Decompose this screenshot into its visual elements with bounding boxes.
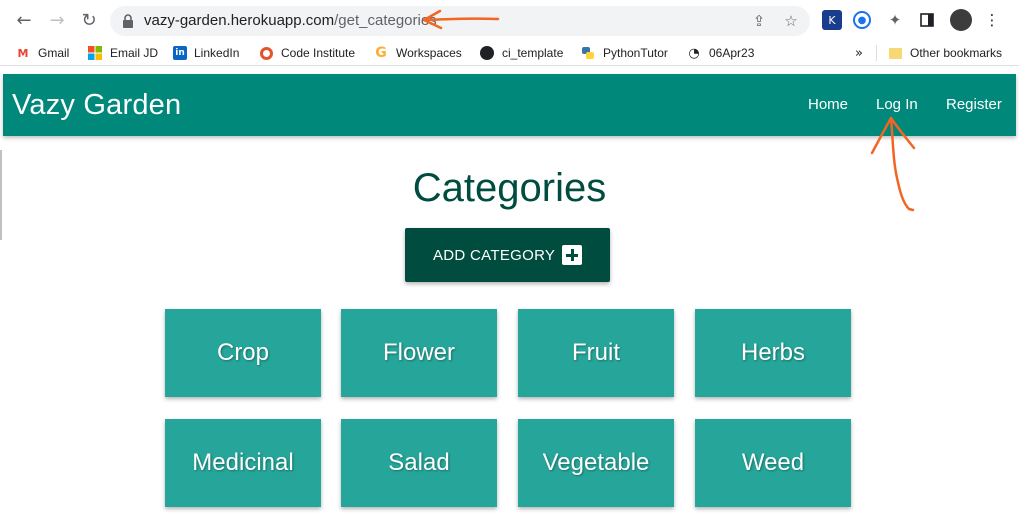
bookmark-star-icon[interactable]: ☆: [782, 12, 800, 30]
bookmark-linkedin[interactable]: in LinkedIn: [173, 44, 239, 62]
lock-icon: [123, 14, 133, 28]
bookmarks-divider: [876, 45, 877, 61]
url-domain: vazy-garden.herokuapp.com: [144, 12, 335, 29]
bookmark-label: Gmail: [38, 46, 70, 60]
add-category-label: ADD CATEGORY: [433, 247, 556, 264]
forward-arrow-icon[interactable]: →: [45, 8, 69, 32]
add-category-button[interactable]: ADD CATEGORY: [405, 228, 610, 282]
nav-login-link[interactable]: Log In: [876, 96, 918, 113]
bookmark-other-folder[interactable]: Other bookmarks: [887, 44, 1002, 62]
category-card-medicinal[interactable]: Medicinal: [165, 419, 321, 507]
category-card-salad[interactable]: Salad: [341, 419, 497, 507]
category-card-weed[interactable]: Weed: [695, 419, 851, 507]
github-icon: [479, 45, 495, 61]
page-title: Categories: [412, 166, 607, 210]
share-icon[interactable]: ⇪: [750, 12, 768, 30]
bookmark-06apr23[interactable]: ◔ 06Apr23: [686, 44, 754, 62]
address-bar[interactable]: vazy-garden.herokuapp.com/get_categories…: [110, 6, 810, 36]
extension-icon[interactable]: K: [822, 10, 842, 30]
bookmark-ci-template[interactable]: ci_template: [479, 44, 563, 62]
bookmark-label: Other bookmarks: [910, 46, 1003, 60]
brand-logo[interactable]: Vazy Garden: [12, 89, 181, 122]
loader-icon: ◔: [688, 45, 700, 61]
category-label: Herbs: [740, 339, 806, 366]
category-card-herbs[interactable]: Herbs: [695, 309, 851, 397]
category-label: Weed: [741, 449, 805, 476]
gitpod-icon: G: [375, 45, 387, 61]
linkedin-icon: in: [173, 46, 187, 60]
gmail-icon: M: [17, 46, 29, 60]
bookmark-label: Email JD: [110, 46, 159, 60]
category-card-flower[interactable]: Flower: [341, 309, 497, 397]
url-text: vazy-garden.herokuapp.com/get_categories: [144, 12, 437, 29]
password-manager-icon[interactable]: ●: [853, 11, 871, 29]
bookmark-gmail[interactable]: M Gmail: [15, 44, 70, 62]
category-card-crop[interactable]: Crop: [165, 309, 321, 397]
bookmark-label: ci_template: [502, 46, 564, 60]
category-card-fruit[interactable]: Fruit: [518, 309, 674, 397]
bookmarks-overflow-chevron-icon[interactable]: »: [855, 44, 863, 62]
bookmarks-bar: M Gmail Email JD in LinkedIn Code Institut…: [0, 40, 1019, 66]
category-label: Salad: [388, 449, 450, 476]
category-label: Flower: [382, 339, 455, 366]
category-label: Vegetable: [542, 449, 650, 476]
bookmark-workspaces[interactable]: G Workspaces: [373, 44, 462, 62]
profile-avatar[interactable]: [950, 9, 972, 31]
python-icon: [580, 45, 596, 61]
bookmark-code-institute[interactable]: Code Institute: [258, 44, 355, 62]
bookmark-label: PythonTutor: [603, 46, 668, 60]
nav-home-link[interactable]: Home: [808, 96, 848, 113]
url-path: /get_categories: [334, 12, 437, 29]
category-label: Fruit: [572, 339, 620, 366]
side-panel-icon[interactable]: [917, 10, 937, 30]
site-navbar: Vazy Garden Home Log In Register: [3, 74, 1016, 136]
category-card-vegetable[interactable]: Vegetable: [518, 419, 674, 507]
bookmark-email-jd[interactable]: Email JD: [87, 44, 158, 62]
bookmark-label: Workspaces: [396, 46, 462, 60]
bookmark-label: LinkedIn: [194, 46, 240, 60]
reload-icon[interactable]: ↻: [77, 8, 101, 32]
folder-icon: [887, 45, 903, 61]
bookmark-pythontutor[interactable]: PythonTutor: [580, 44, 668, 62]
category-label: Medicinal: [192, 449, 294, 476]
nav-register-link[interactable]: Register: [946, 96, 1002, 113]
more-menu-icon[interactable]: ⋮: [982, 10, 1002, 30]
microsoft-icon: [87, 45, 103, 61]
browser-toolbar: ← → ↻ vazy-garden.herokuapp.com/get_cate…: [0, 0, 1019, 40]
category-label: Crop: [216, 339, 270, 366]
back-arrow-icon[interactable]: ←: [12, 8, 36, 32]
code-institute-icon: [258, 45, 274, 61]
extensions-puzzle-icon[interactable]: ✦: [885, 10, 905, 30]
bookmark-label: 06Apr23: [709, 46, 755, 60]
bookmark-label: Code Institute: [281, 46, 356, 60]
plus-box-icon: [562, 245, 582, 265]
